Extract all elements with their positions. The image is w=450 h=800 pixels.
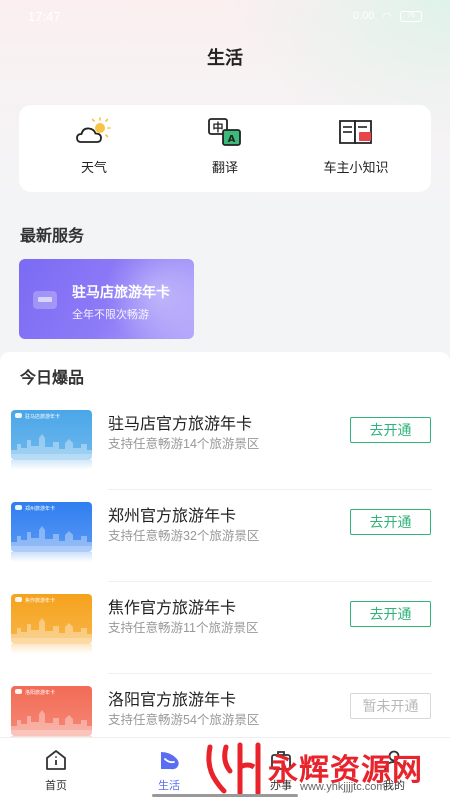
card-thumb-text: 焦作旅游年卡 — [25, 598, 56, 604]
status-icons: 0.00 ◠ 76 — [353, 10, 422, 23]
page-title: 生活 — [207, 48, 243, 68]
product-card-image: 郑州旅游年卡 — [11, 502, 92, 552]
wifi-icon: ◠ — [382, 10, 392, 23]
product-title: 驻马店官方旅游年卡 — [108, 416, 253, 433]
tool-translate[interactable]: 中 A 翻译 — [160, 105, 290, 192]
svg-text:A: A — [228, 134, 236, 145]
tool-label: 翻译 — [211, 160, 238, 175]
product-row[interactable]: 驻马店旅游年卡 驻马店官方旅游年卡 支持任意畅游14个旅游景区 去开通 — [0, 398, 450, 490]
weather-icon — [76, 117, 111, 143]
today-hot-title: 今日爆品 — [20, 370, 85, 387]
skyline-icon — [11, 434, 92, 460]
activate-button[interactable]: 去开通 — [350, 509, 431, 535]
product-row[interactable]: 郑州旅游年卡 郑州官方旅游年卡支持任意畅游32个旅游景区 去开通 — [0, 490, 450, 582]
translate-icon: 中 A — [208, 118, 241, 146]
tool-label: 车主小知识 — [323, 160, 389, 175]
product-title: 焦作官方旅游年卡 — [108, 600, 237, 617]
product-desc: 支持任意畅游14个旅游景区 — [108, 437, 260, 451]
service-card-subtitle: 全年不限次畅游 — [72, 309, 149, 321]
skyline-icon — [11, 526, 92, 552]
product-card-image: 驻马店旅游年卡 — [11, 410, 92, 460]
product-title: 郑州官方旅游年卡 — [108, 508, 237, 525]
net-speed: 0.00 — [352, 10, 375, 22]
watermark-url: www.yhkjjjjtc.com — [300, 781, 386, 793]
card-thumb-text: 郑州旅游年卡 — [25, 506, 56, 512]
product-row[interactable]: 焦作旅游年卡 焦作官方旅游年卡支持任意畅游11个旅游景区 去开通 — [0, 582, 450, 674]
activate-button[interactable]: 去开通 — [350, 601, 431, 627]
card-icon — [33, 291, 57, 309]
hot-products-panel: 今日爆品 驻马店旅游年卡 驻马店官方旅游年卡 支持任意畅游14个旅游景区 去开通 郑州旅… — [0, 352, 450, 746]
life-icon — [161, 752, 179, 770]
card-thumb-text: 驻马店旅游年卡 — [25, 414, 61, 420]
card-logo-icon — [15, 597, 22, 602]
watermark: 永辉资源网 www.yhkjjjjtc.com — [200, 741, 450, 797]
tab-life[interactable]: 生活 — [139, 747, 199, 793]
svg-text:中: 中 — [213, 120, 224, 134]
card-logo-icon — [15, 689, 22, 694]
card-thumb-text: 洛阳旅游年卡 — [25, 690, 56, 696]
tab-label: 首页 — [45, 780, 67, 792]
skyline-icon — [11, 618, 92, 644]
tool-weather[interactable]: 天气 — [29, 105, 159, 192]
watermark-logo-icon — [206, 742, 261, 796]
status-time: 17:47 — [28, 8, 61, 24]
battery-icon: 76 — [400, 10, 422, 22]
activate-button[interactable]: 去开通 — [350, 417, 431, 443]
service-card-zhumadian[interactable]: 驻马店旅游年卡 全年不限次畅游 — [19, 259, 194, 339]
home-icon — [46, 750, 66, 770]
book-icon — [339, 120, 372, 144]
home-indicator — [152, 794, 298, 797]
tab-home[interactable]: 首页 — [26, 747, 86, 793]
tool-label: 天气 — [80, 160, 107, 175]
service-card-title: 驻马店旅游年卡 — [72, 284, 170, 300]
product-card-image: 洛阳旅游年卡 — [11, 686, 92, 736]
status-bar: 17:47 0.00 ◠ 76 — [0, 0, 450, 32]
product-desc: 支持任意畅游11个旅游景区 — [108, 621, 259, 635]
product-card-image: 焦作旅游年卡 — [11, 594, 92, 644]
product-title: 洛阳官方旅游年卡 — [108, 692, 237, 709]
tab-label: 生活 — [158, 780, 180, 792]
latest-services-title: 最新服务 — [20, 228, 85, 245]
not-available-button: 暂未开通 — [350, 693, 431, 719]
card-logo-icon — [15, 413, 22, 418]
tool-car-knowledge[interactable]: 车主小知识 — [291, 105, 421, 192]
product-desc: 支持任意畅游32个旅游景区 — [108, 529, 260, 543]
tools-card: 天气 中 A 翻译 车主小知识 — [19, 105, 431, 192]
product-desc: 支持任意畅游54个旅游景区 — [108, 713, 260, 727]
skyline-icon — [11, 710, 92, 736]
card-logo-icon — [15, 505, 22, 510]
